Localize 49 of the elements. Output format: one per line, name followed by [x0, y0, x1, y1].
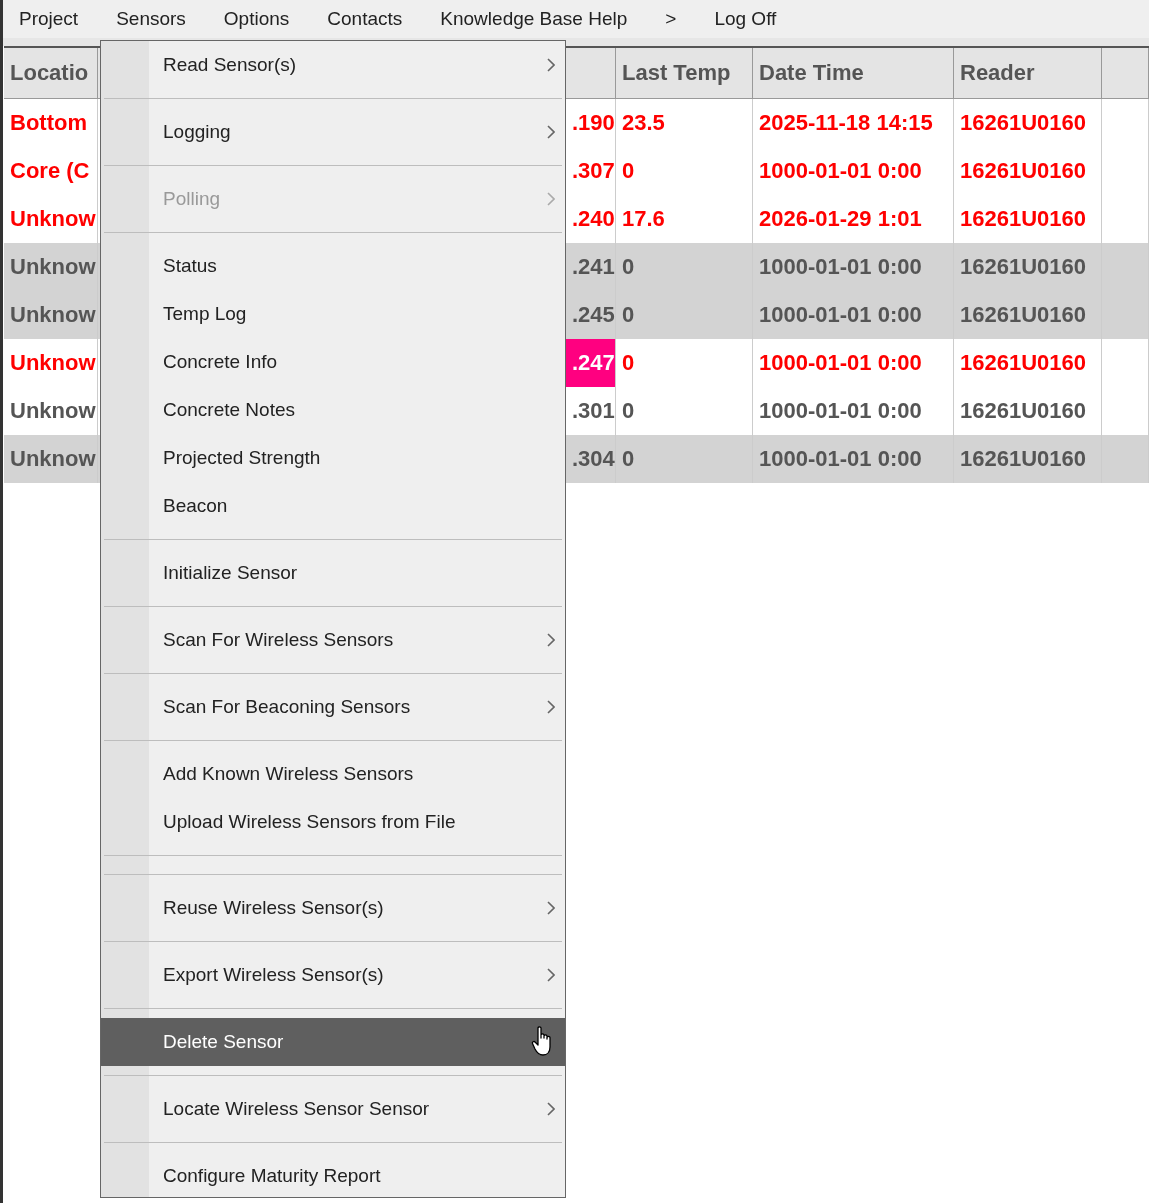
table-cell: 0	[616, 339, 753, 387]
table-cell: 1000-01-01 0:00	[753, 291, 954, 339]
table-cell: 16261U0160	[954, 99, 1102, 147]
table-cell: 2025-11-18 14:15	[753, 99, 954, 147]
table-cell: 0	[616, 147, 753, 195]
menu-item[interactable]: Scan For Wireless Sensors	[101, 616, 565, 664]
table-cell: .247	[566, 339, 616, 387]
table-cell: Unknow	[4, 291, 98, 339]
table-cell: 1000-01-01 0:00	[753, 147, 954, 195]
column-header[interactable]: Reader	[954, 48, 1102, 98]
menu-item[interactable]: Read Sensor(s)	[101, 41, 565, 89]
menu-bar-item[interactable]: >	[665, 8, 677, 30]
table-cell: Unknow	[4, 435, 98, 483]
table-cell: 16261U0160	[954, 147, 1102, 195]
table-cell: Bottom	[4, 99, 98, 147]
menu-item[interactable]: Export Wireless Sensor(s)	[101, 951, 565, 999]
table-cell: 1000-01-01 0:00	[753, 339, 954, 387]
table-cell: 16261U0160	[954, 435, 1102, 483]
menu-item[interactable]: Delete Sensor	[101, 1018, 565, 1066]
menu-item[interactable]: Add Known Wireless Sensors	[101, 750, 565, 798]
menu-bar-item[interactable]: Log Off	[714, 8, 777, 30]
table-cell: 16261U0160	[954, 339, 1102, 387]
menu-item[interactable]: Upload Wireless Sensors from File	[101, 798, 565, 846]
column-header[interactable]: Date Time	[753, 48, 954, 98]
menu-bar-item[interactable]: Project	[19, 8, 79, 30]
table-cell: Unknow	[4, 339, 98, 387]
menu-item[interactable]: Scan For Beaconing Sensors	[101, 683, 565, 731]
menu-item[interactable]: Initialize Sensor	[101, 549, 565, 597]
column-header[interactable]: Last Temp	[616, 48, 753, 98]
menu-item[interactable]: Configure Maturity Report	[101, 1152, 565, 1200]
menu-item[interactable]: Status	[101, 242, 565, 290]
menu-item[interactable]: Concrete Notes	[101, 386, 565, 434]
table-cell: 23.5	[616, 99, 753, 147]
table-cell: 0	[616, 435, 753, 483]
menu-item[interactable]: Beacon	[101, 482, 565, 530]
table-cell: 1000-01-01 0:00	[753, 435, 954, 483]
column-header[interactable]: Locatio	[4, 48, 98, 98]
menu-bar-item[interactable]: Options	[223, 8, 290, 30]
menu-item[interactable]: Concrete Info	[101, 338, 565, 386]
menu-item[interactable]: Locate Wireless Sensor Sensor	[101, 1085, 565, 1133]
menu-item[interactable]: Reuse Wireless Sensor(s)	[101, 884, 565, 932]
table-cell: Core (C	[4, 147, 98, 195]
menu-bar-item[interactable]: Contacts	[327, 8, 403, 30]
menu-item[interactable]: Temp Log	[101, 290, 565, 338]
menu-bar-item[interactable]: Sensors	[116, 8, 186, 30]
table-cell: 16261U0160	[954, 291, 1102, 339]
menu-bar-item[interactable]: Knowledge Base Help	[440, 8, 628, 30]
table-cell: 0	[616, 291, 753, 339]
menu-item[interactable]: Projected Strength	[101, 434, 565, 482]
